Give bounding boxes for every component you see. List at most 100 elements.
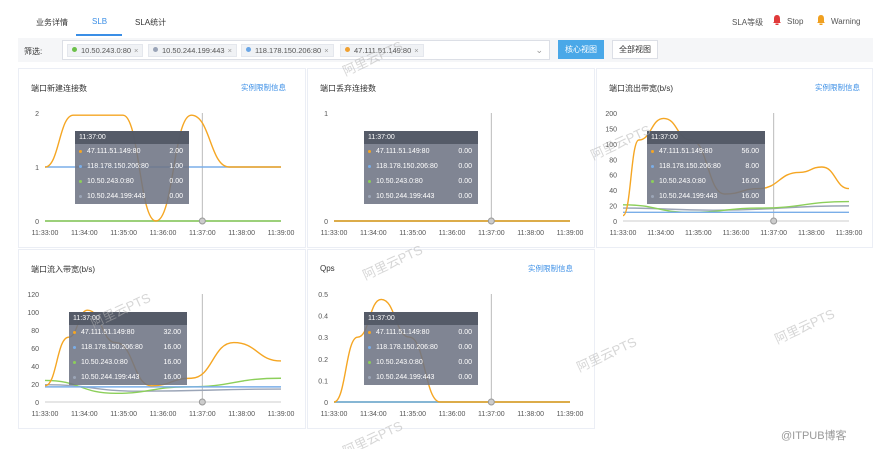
tooltip-series-value: 0.00 (458, 163, 472, 170)
tooltip-series-name: 118.178.150.206:80 (81, 344, 143, 351)
series-dot (368, 165, 371, 168)
tab-business-detail[interactable]: 业务详情 (36, 17, 68, 28)
active-tab-indicator (76, 34, 122, 36)
tooltip-series-value: 0.00 (169, 178, 183, 185)
tooltip-series-value: 0.00 (458, 374, 472, 381)
tooltip-row: 10.50.243.0:80 0.00 (364, 355, 478, 370)
tooltip-series-name: 10.50.243.0:80 (87, 178, 134, 185)
tooltip-series-name: 10.50.243.0:80 (376, 178, 423, 185)
tooltip-row: 118.178.150.206:80 0.00 (364, 159, 478, 174)
status-dot (345, 47, 350, 52)
tooltip-series-name: 10.50.244.199:443 (376, 193, 435, 200)
chart-tooltip: 11:37:00 47.111.51.149:80 56.00 118.178.150… (647, 131, 765, 204)
tooltip-series-value: 0.00 (169, 193, 183, 200)
status-dot (246, 47, 251, 52)
status-dot (72, 47, 77, 52)
filter-tag[interactable]: 10.50.243.0:80 × (67, 44, 144, 57)
hover-point (770, 217, 778, 225)
tooltip-series-name: 10.50.244.199:443 (87, 193, 146, 200)
watermark-text: 阿里云PTS (772, 306, 837, 347)
tooltip-row: 47.111.51.149:80 32.00 (69, 325, 187, 340)
hover-point (487, 398, 495, 406)
series-dot (651, 195, 654, 198)
tooltip-series-name: 10.50.244.199:443 (81, 374, 140, 381)
tag-label: 10.50.244.199:443 (162, 46, 225, 55)
tab-sla-stats[interactable]: SLA统计 (135, 17, 166, 28)
y-tick-label: 0.2 (318, 357, 328, 364)
tooltip-row: 10.50.243.0:80 0.00 (75, 174, 189, 189)
x-tick-label: 11:39:00 (557, 411, 584, 418)
y-tick-label: 1 (324, 111, 328, 118)
core-view-button[interactable]: 核心视图 (558, 40, 604, 59)
x-tick-label: 11:34:00 (71, 411, 98, 418)
tab-slb[interactable]: SLB (92, 17, 107, 26)
x-tick-label: 11:39:00 (557, 230, 584, 237)
chart-panel: Qps 实例限制信息 0 0.1 0.2 0.3 0.4 0.5 11:33:00 11:34:0… (307, 249, 595, 429)
close-icon[interactable]: × (324, 46, 328, 55)
tag-label: 10.50.243.0:80 (81, 46, 132, 55)
y-tick-label: 2 (35, 111, 39, 118)
close-icon[interactable]: × (414, 46, 418, 55)
tooltip-series-name: 118.178.150.206:80 (376, 344, 438, 351)
chart-tooltip: 11:37:00 47.111.51.149:80 32.00 118.178.150… (69, 312, 187, 385)
chart-panel: 端口丢弃连接数 0 1 11:33:00 11:34:00 11:35:00 11:36:0… (307, 68, 595, 248)
x-tick-label: 11:36:00 (150, 411, 177, 418)
x-tick-label: 11:37:00 (760, 230, 787, 237)
tooltip-row: 10.50.243.0:80 16.00 (69, 355, 187, 370)
x-tick-label: 11:35:00 (399, 230, 426, 237)
series-dot (79, 165, 82, 168)
filter-tag[interactable]: 10.50.244.199:443 × (148, 44, 237, 57)
x-tick-label: 11:36:00 (150, 230, 177, 237)
filter-tag[interactable]: 118.178.150.206:80 × (241, 44, 334, 57)
chevron-down-icon[interactable]: ⌄ (535, 45, 543, 56)
chart-panel: 端口新建连接数 实例限制信息 0 1 2 11:33:00 11:34:00 11:35:00… (18, 68, 306, 248)
tooltip-row: 10.50.244.199:443 0.00 (364, 189, 478, 204)
y-tick-label: 0.1 (318, 378, 328, 385)
y-tick-label: 0.5 (318, 292, 328, 299)
x-tick-label: 11:36:00 (439, 411, 466, 418)
chart-tooltip: 11:37:00 47.111.51.149:80 0.00 118.178.150.… (364, 312, 478, 385)
tooltip-series-value: 32.00 (163, 329, 181, 336)
series-dot (368, 180, 371, 183)
stop-label: Stop (787, 17, 804, 26)
tooltip-row: 10.50.244.199:443 16.00 (647, 189, 765, 204)
x-tick-label: 11:35:00 (399, 411, 426, 418)
warning-label: Warning (831, 17, 861, 26)
close-icon[interactable]: × (228, 46, 232, 55)
tooltip-time: 11:37:00 (364, 312, 478, 325)
hover-point (198, 398, 206, 406)
instance-multiselect[interactable]: 10.50.243.0:80 × 10.50.244.199:443 × 118.1… (62, 40, 550, 60)
x-tick-label: 11:38:00 (228, 411, 255, 418)
y-tick-label: 20 (609, 204, 617, 211)
x-tick-label: 11:33:00 (610, 230, 637, 237)
chart-panel: 端口流入带宽(b/s) 0 20 40 60 80 100 120 11:33:00 11:34:… (18, 249, 306, 429)
tooltip-time: 11:37:00 (75, 131, 189, 144)
y-tick-label: 1 (35, 165, 39, 172)
close-icon[interactable]: × (134, 46, 138, 55)
tooltip-series-name: 10.50.243.0:80 (81, 359, 128, 366)
x-tick-label: 11:34:00 (71, 230, 98, 237)
series-dot (368, 331, 371, 334)
tooltip-series-name: 118.178.150.206:80 (87, 163, 149, 170)
tooltip-series-value: 0.00 (458, 148, 472, 155)
tooltip-series-value: 1.00 (169, 163, 183, 170)
series-dot (368, 195, 371, 198)
all-view-button[interactable]: 全部视图 (612, 40, 658, 59)
footer-watermark: @ITPUB博客 (781, 430, 847, 442)
tooltip-series-value: 0.00 (458, 329, 472, 336)
x-tick-label: 11:37:00 (478, 230, 505, 237)
tooltip-series-value: 16.00 (741, 178, 759, 185)
y-tick-label: 0 (324, 400, 328, 407)
tooltip-series-value: 16.00 (163, 359, 181, 366)
y-tick-label: 0 (613, 219, 617, 226)
x-tick-label: 11:38:00 (517, 230, 544, 237)
y-tick-label: 40 (609, 188, 617, 195)
tooltip-row: 118.178.150.206:80 8.00 (647, 159, 765, 174)
series-dot (368, 376, 371, 379)
x-tick-label: 11:34:00 (360, 230, 387, 237)
filter-bar: 筛选: 10.50.243.0:80 × 10.50.244.199:443 × 1… (18, 38, 873, 62)
tooltip-series-value: 56.00 (741, 148, 759, 155)
y-tick-label: 80 (31, 328, 39, 335)
x-tick-label: 11:37:00 (478, 411, 505, 418)
x-tick-label: 11:39:00 (268, 230, 295, 237)
